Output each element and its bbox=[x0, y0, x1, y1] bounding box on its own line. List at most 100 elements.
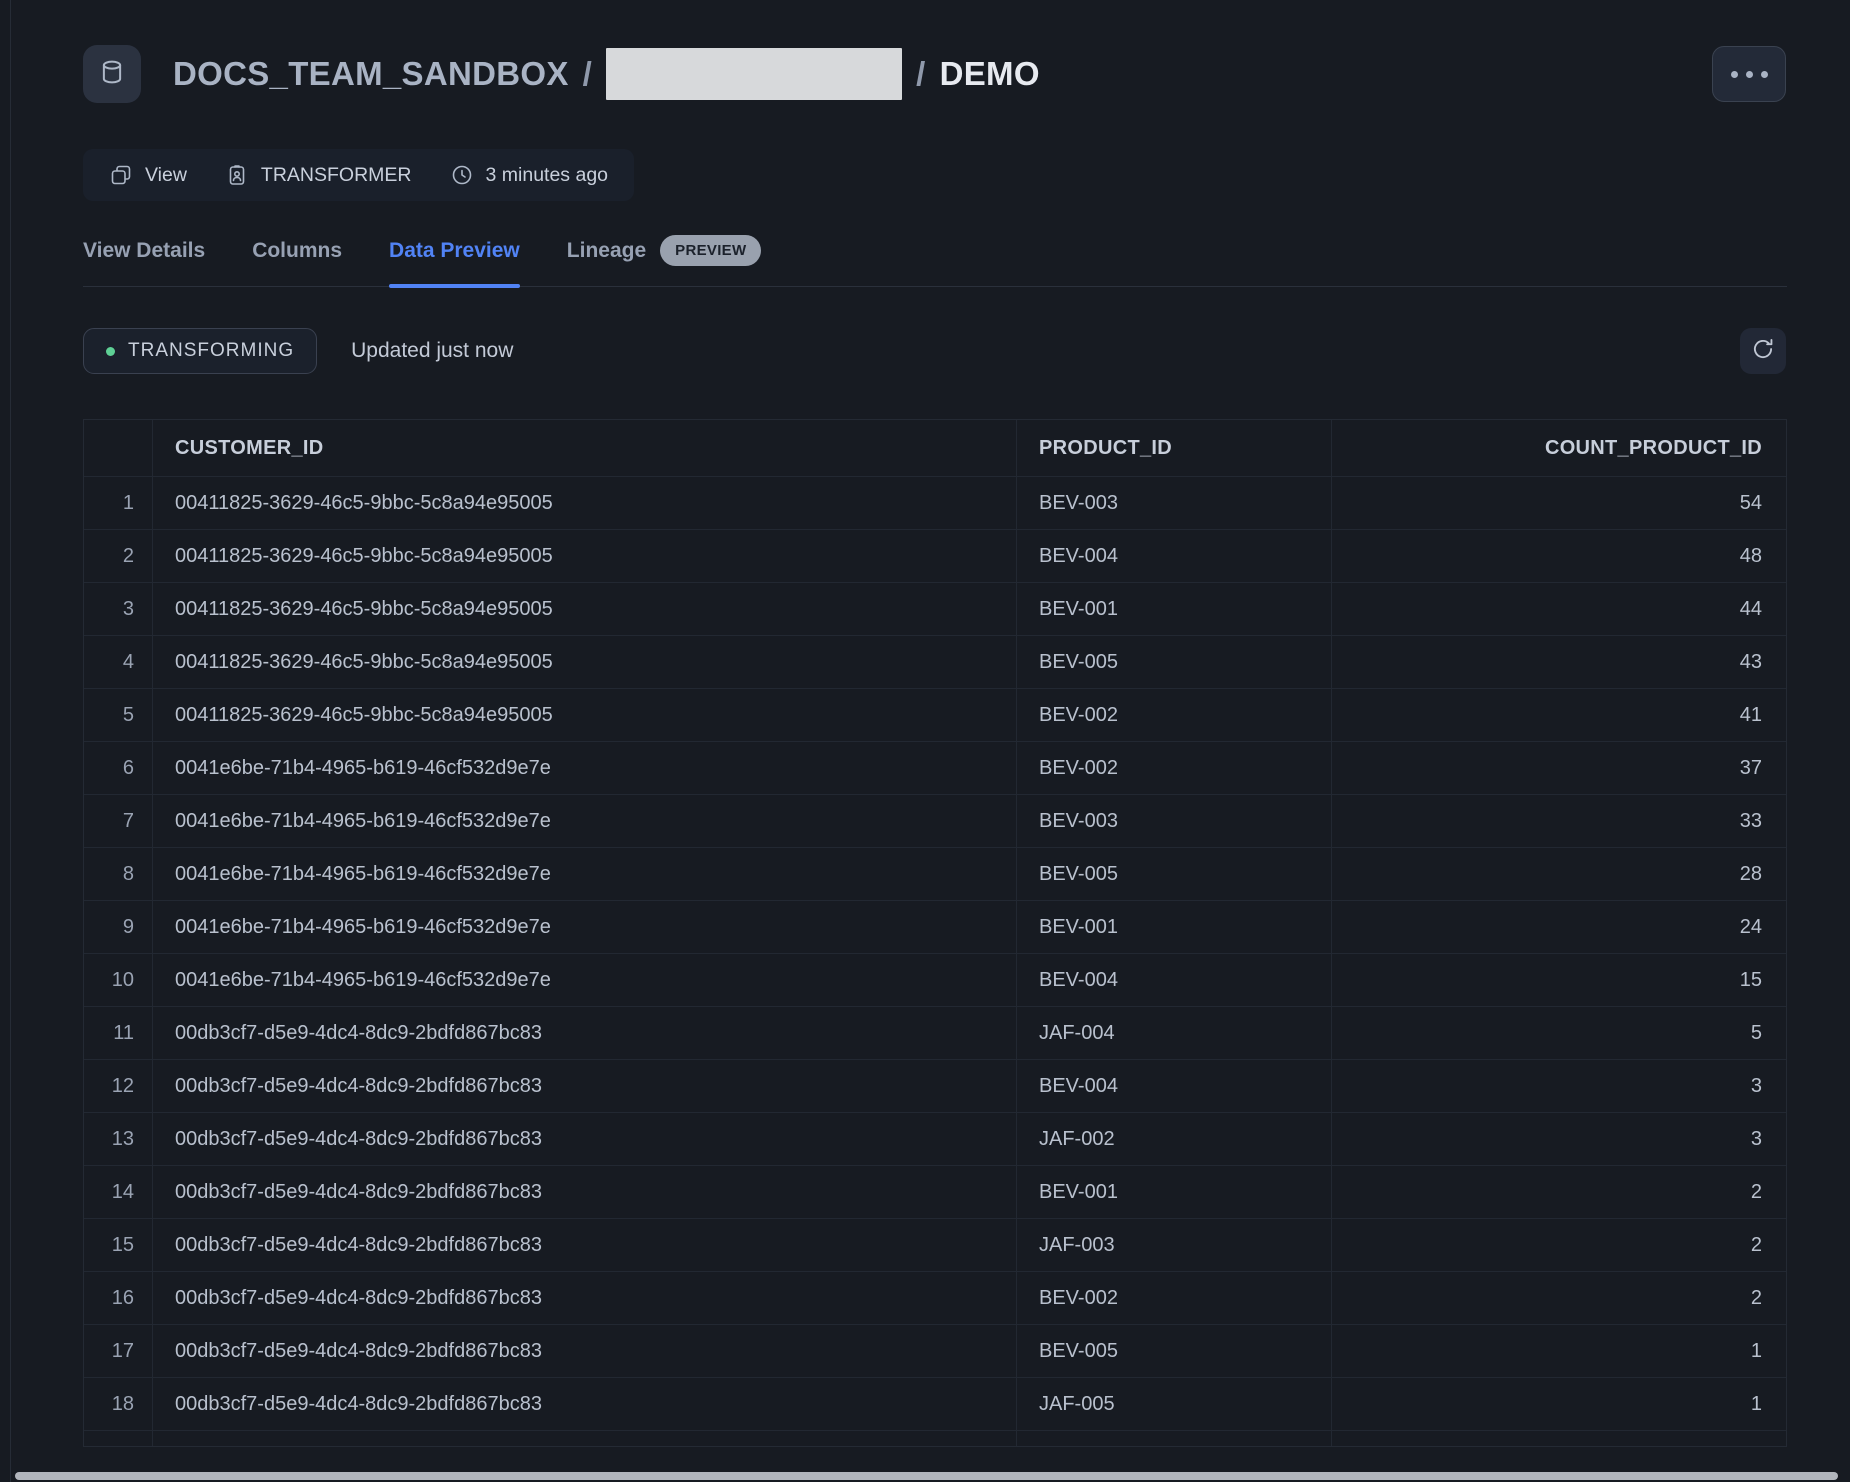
product-id-cell: JAF-003 bbox=[1016, 1219, 1331, 1271]
status-label: TRANSFORMING bbox=[128, 340, 294, 362]
id-badge-icon bbox=[225, 163, 249, 187]
title-database: DOCS_TEAM_SANDBOX bbox=[173, 55, 569, 93]
customer-id-cell: 00411825-3629-46c5-9bbc-5c8a94e95005 bbox=[152, 583, 1016, 635]
row-number-cell: 15 bbox=[84, 1219, 152, 1271]
product-id-cell: BEV-005 bbox=[1016, 848, 1331, 900]
customer-id-cell: 00db3cf7-d5e9-4dc4-8dc9-2bdfd867bc83 bbox=[152, 1272, 1016, 1324]
title-separator: / bbox=[583, 55, 592, 93]
data-preview-status-row: TRANSFORMING Updated just now bbox=[83, 328, 1787, 374]
count-product-id-cell: 2 bbox=[1331, 1166, 1786, 1218]
panel-left-border bbox=[10, 0, 11, 1482]
row-number-cell: 11 bbox=[84, 1007, 152, 1059]
product-id-cell bbox=[1016, 1431, 1331, 1447]
status-dot-icon bbox=[106, 347, 115, 356]
count-product-id-cell: 43 bbox=[1331, 636, 1786, 688]
count-product-id-cell: 44 bbox=[1331, 583, 1786, 635]
updated-just-now-text: Updated just now bbox=[351, 339, 513, 363]
count-product-id-cell: 41 bbox=[1331, 689, 1786, 741]
count-product-id-cell: 2 bbox=[1331, 1272, 1786, 1324]
row-number-cell bbox=[84, 1431, 152, 1447]
title-object: DEMO bbox=[940, 55, 1040, 93]
refresh-button[interactable] bbox=[1740, 328, 1786, 374]
clock-icon bbox=[450, 163, 474, 187]
row-number-cell: 5 bbox=[84, 689, 152, 741]
product-id-cell: JAF-004 bbox=[1016, 1007, 1331, 1059]
count-product-id-cell: 15 bbox=[1331, 954, 1786, 1006]
table-row: 12 00db3cf7-d5e9-4dc4-8dc9-2bdfd867bc83 … bbox=[84, 1059, 1786, 1112]
table-row: 10 0041e6be-71b4-4965-b619-46cf532d9e7e … bbox=[84, 953, 1786, 1006]
product-id-cell: BEV-001 bbox=[1016, 583, 1331, 635]
row-number-cell: 10 bbox=[84, 954, 152, 1006]
row-number-cell: 12 bbox=[84, 1060, 152, 1112]
product-id-cell: BEV-005 bbox=[1016, 636, 1331, 688]
data-preview-table: CUSTOMER_ID PRODUCT_ID COUNT_PRODUCT_ID … bbox=[83, 419, 1787, 1447]
transforming-status-badge: TRANSFORMING bbox=[83, 328, 317, 374]
ellipsis-icon bbox=[1731, 71, 1738, 78]
product-id-cell: BEV-002 bbox=[1016, 689, 1331, 741]
row-number-cell: 14 bbox=[84, 1166, 152, 1218]
table-row: 17 00db3cf7-d5e9-4dc4-8dc9-2bdfd867bc83 … bbox=[84, 1324, 1786, 1377]
tab-label: Data Preview bbox=[389, 239, 520, 263]
page-title: DOCS_TEAM_SANDBOX / / DEMO bbox=[173, 48, 1040, 100]
column-header-index bbox=[84, 420, 152, 476]
title-separator: / bbox=[916, 55, 925, 93]
customer-id-cell: 00411825-3629-46c5-9bbc-5c8a94e95005 bbox=[152, 689, 1016, 741]
table-row: 7 0041e6be-71b4-4965-b619-46cf532d9e7e B… bbox=[84, 794, 1786, 847]
tab-label: Lineage bbox=[567, 239, 646, 263]
row-number-cell: 9 bbox=[84, 901, 152, 953]
product-id-cell: BEV-003 bbox=[1016, 477, 1331, 529]
object-type-label: View bbox=[145, 164, 187, 187]
horizontal-scrollbar-thumb[interactable] bbox=[15, 1472, 1838, 1480]
layers-icon bbox=[109, 163, 133, 187]
row-number-cell: 4 bbox=[84, 636, 152, 688]
count-product-id-cell: 1 bbox=[1331, 1325, 1786, 1377]
column-header-product-id: PRODUCT_ID bbox=[1016, 420, 1331, 476]
tab-lineage[interactable]: Lineage PREVIEW bbox=[567, 235, 762, 286]
row-number-cell: 18 bbox=[84, 1378, 152, 1430]
product-id-cell: BEV-001 bbox=[1016, 1166, 1331, 1218]
product-id-cell: BEV-002 bbox=[1016, 742, 1331, 794]
customer-id-cell: 00db3cf7-d5e9-4dc4-8dc9-2bdfd867bc83 bbox=[152, 1325, 1016, 1377]
role-label: TRANSFORMER bbox=[261, 164, 412, 187]
count-product-id-cell: 33 bbox=[1331, 795, 1786, 847]
product-id-cell: BEV-005 bbox=[1016, 1325, 1331, 1377]
table-row: 1 00411825-3629-46c5-9bbc-5c8a94e95005 B… bbox=[84, 476, 1786, 529]
preview-feature-badge: PREVIEW bbox=[660, 235, 761, 266]
table-row: 4 00411825-3629-46c5-9bbc-5c8a94e95005 B… bbox=[84, 635, 1786, 688]
more-actions-button[interactable] bbox=[1712, 46, 1786, 102]
row-number-cell: 3 bbox=[84, 583, 152, 635]
table-row: 18 00db3cf7-d5e9-4dc4-8dc9-2bdfd867bc83 … bbox=[84, 1377, 1786, 1430]
database-icon bbox=[97, 57, 127, 92]
tab-label: View Details bbox=[83, 239, 205, 263]
customer-id-cell: 0041e6be-71b4-4965-b619-46cf532d9e7e bbox=[152, 901, 1016, 953]
table-row: 8 0041e6be-71b4-4965-b619-46cf532d9e7e B… bbox=[84, 847, 1786, 900]
row-number-cell: 2 bbox=[84, 530, 152, 582]
page-header: DOCS_TEAM_SANDBOX / / DEMO bbox=[83, 45, 1787, 103]
count-product-id-cell bbox=[1331, 1431, 1786, 1447]
row-number-cell: 6 bbox=[84, 742, 152, 794]
table-row: 2 00411825-3629-46c5-9bbc-5c8a94e95005 B… bbox=[84, 529, 1786, 582]
customer-id-cell: 00db3cf7-d5e9-4dc4-8dc9-2bdfd867bc83 bbox=[152, 1378, 1016, 1430]
customer-id-cell: 00411825-3629-46c5-9bbc-5c8a94e95005 bbox=[152, 636, 1016, 688]
table-header-row: CUSTOMER_ID PRODUCT_ID COUNT_PRODUCT_ID bbox=[84, 420, 1786, 476]
count-product-id-cell: 37 bbox=[1331, 742, 1786, 794]
customer-id-cell: 0041e6be-71b4-4965-b619-46cf532d9e7e bbox=[152, 795, 1016, 847]
customer-id-cell: 00db3cf7-d5e9-4dc4-8dc9-2bdfd867bc83 bbox=[152, 1166, 1016, 1218]
row-number-cell: 16 bbox=[84, 1272, 152, 1324]
tab-bar: View Details Columns Data Preview Lineag… bbox=[83, 235, 1787, 287]
table-row: 5 00411825-3629-46c5-9bbc-5c8a94e95005 B… bbox=[84, 688, 1786, 741]
tab-columns[interactable]: Columns bbox=[252, 235, 342, 286]
refresh-icon bbox=[1750, 336, 1776, 367]
count-product-id-cell: 54 bbox=[1331, 477, 1786, 529]
row-number-cell: 17 bbox=[84, 1325, 152, 1377]
tab-view-details[interactable]: View Details bbox=[83, 235, 205, 286]
row-number-cell: 13 bbox=[84, 1113, 152, 1165]
last-updated-label: 3 minutes ago bbox=[486, 164, 609, 187]
table-body: 1 00411825-3629-46c5-9bbc-5c8a94e95005 B… bbox=[84, 476, 1786, 1447]
tab-data-preview[interactable]: Data Preview bbox=[389, 235, 520, 286]
ellipsis-icon bbox=[1746, 71, 1753, 78]
product-id-cell: JAF-005 bbox=[1016, 1378, 1331, 1430]
last-updated-badge: 3 minutes ago bbox=[450, 163, 609, 187]
product-id-cell: BEV-004 bbox=[1016, 1060, 1331, 1112]
table-row: 11 00db3cf7-d5e9-4dc4-8dc9-2bdfd867bc83 … bbox=[84, 1006, 1786, 1059]
